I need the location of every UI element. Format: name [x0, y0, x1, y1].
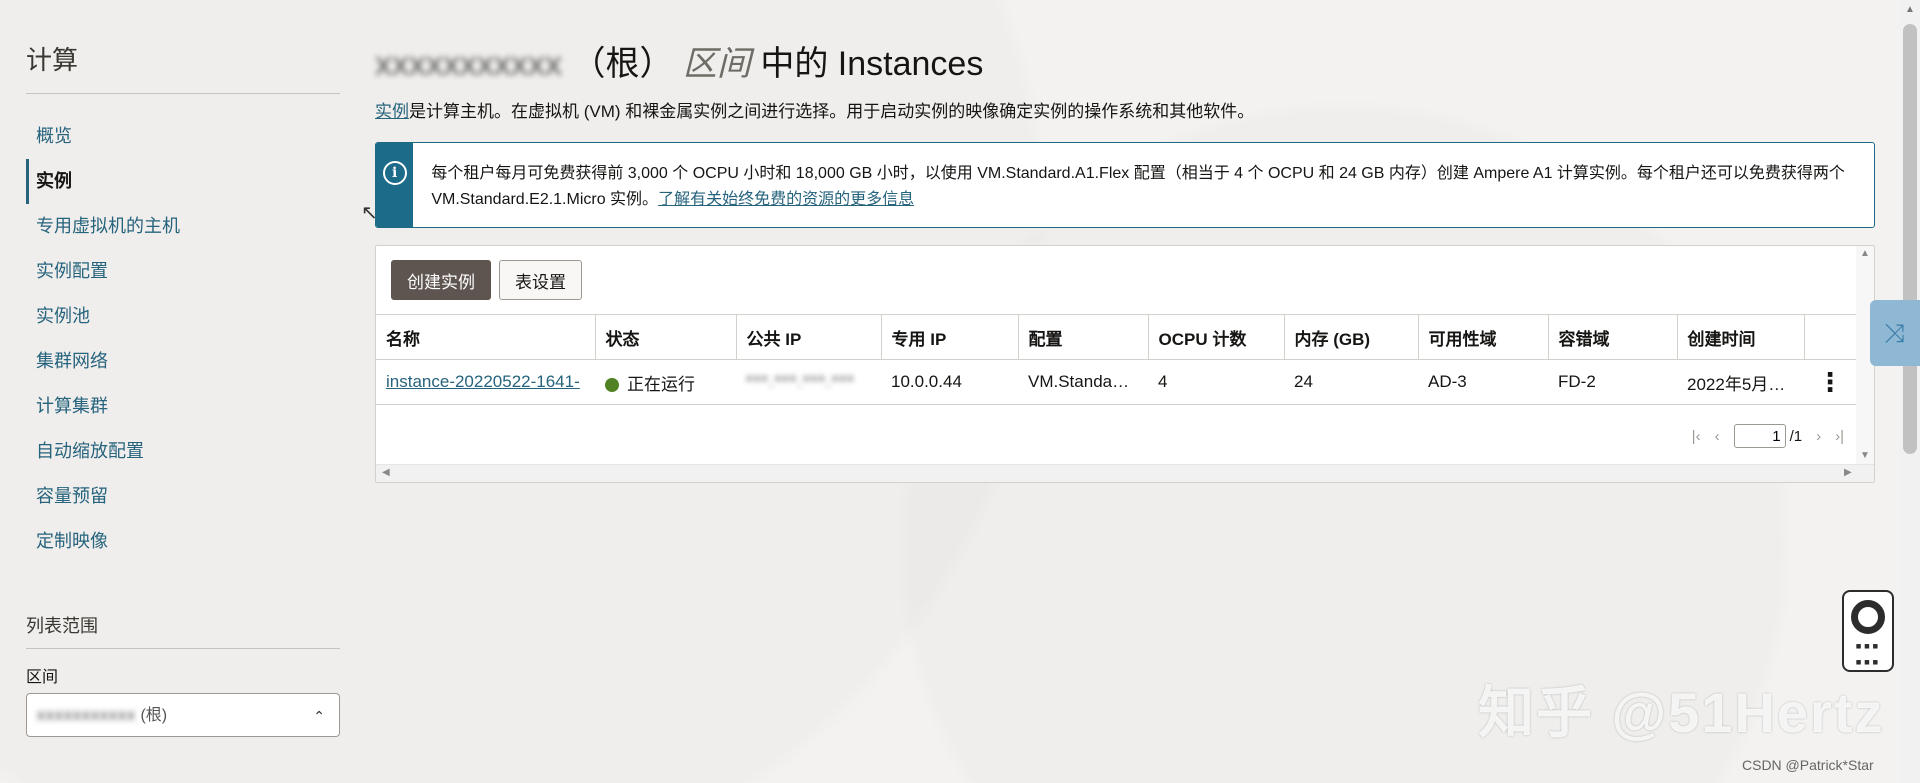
- page-scroll-up-icon[interactable]: ▲: [1905, 4, 1915, 15]
- next-page-icon[interactable]: ›: [1816, 428, 1821, 445]
- first-page-icon[interactable]: |‹: [1692, 428, 1701, 445]
- column-header-name[interactable]: 名称: [376, 314, 596, 360]
- info-icon: i: [382, 161, 407, 185]
- scroll-right-icon[interactable]: ▶: [1844, 467, 1852, 478]
- title-prefix: （根）: [571, 45, 674, 83]
- column-header-status[interactable]: 状态: [595, 314, 737, 360]
- previous-page-icon[interactable]: ‹: [1715, 428, 1720, 445]
- scroll-left-icon[interactable]: ◀: [382, 467, 390, 478]
- scroll-up-icon[interactable]: ▲: [1860, 248, 1870, 259]
- free-tier-learn-more-link[interactable]: 了解有关始终免费的资源的更多信息: [658, 191, 914, 208]
- column-header-private-ip[interactable]: 专用 IP: [881, 314, 1019, 360]
- feedback-tab[interactable]: ⤨: [1870, 300, 1920, 366]
- sidebar-item-instance-configurations[interactable]: 实例配置: [26, 249, 340, 294]
- credit-text: CSDN @Patrick*Star: [1742, 757, 1874, 773]
- pagination: |‹ ‹ /1 › ›|: [1692, 424, 1844, 448]
- public-ip-cell: ***.***.***.***: [736, 359, 881, 405]
- fault-domain-cell: FD-2: [1548, 359, 1677, 405]
- column-header-actions: [1804, 314, 1857, 360]
- created-cell: 2022年5月…: [1677, 359, 1804, 405]
- column-header-ocpu[interactable]: OCPU 计数: [1148, 314, 1285, 360]
- sidebar-item-instances[interactable]: 实例: [26, 159, 340, 204]
- table-horizontal-scrollbar[interactable]: ◀ ▶: [376, 464, 1874, 482]
- sidebar-item-autoscaling[interactable]: 自动缩放配置: [26, 429, 340, 474]
- instances-table: 名称 状态 公共 IP 专用 IP 配置 OCPU 计数 内存 (GB) 可用性…: [376, 314, 1857, 405]
- page-scrollbar[interactable]: ▲: [1900, 0, 1920, 783]
- status-text: 正在运行: [627, 374, 695, 394]
- list-scope-title: 列表范围: [26, 612, 340, 649]
- help-widget[interactable]: ▪▪▪ ▪▪▪: [1842, 590, 1894, 672]
- banner-message: 每个租户每月可免费获得前 3,000 个 OCPU 小时和 18,000 GB …: [431, 165, 1845, 208]
- column-header-fault-domain[interactable]: 容错域: [1548, 314, 1678, 360]
- sidebar-nav: 概览 实例 专用虚拟机的主机 实例配置 实例池 集群网络 计算集群 自动缩放配置…: [26, 114, 340, 564]
- column-header-created[interactable]: 创建时间: [1677, 314, 1805, 360]
- banner-text: 每个租户每月可免费获得前 3,000 个 OCPU 小时和 18,000 GB …: [413, 143, 1874, 227]
- compartment-label: 区间: [26, 669, 59, 686]
- column-header-memory[interactable]: 内存 (GB): [1284, 314, 1419, 360]
- table-header-row: 名称 状态 公共 IP 专用 IP 配置 OCPU 计数 内存 (GB) 可用性…: [376, 314, 1857, 360]
- watermark: 知乎 @51Hertz: [1478, 681, 1885, 744]
- sidebar-item-dedicated-hosts[interactable]: 专用虚拟机的主机: [26, 204, 340, 249]
- create-instance-button[interactable]: 创建实例: [391, 260, 491, 300]
- sidebar-item-cluster-networks[interactable]: 集群网络: [26, 339, 340, 384]
- compartment-value: (根): [140, 707, 168, 724]
- feedback-icon: ⤨: [1884, 318, 1905, 348]
- table-toolbar: 创建实例 表设置: [376, 246, 1874, 314]
- status-cell: 正在运行: [595, 359, 736, 405]
- free-tier-banner: i 每个租户每月可免费获得前 3,000 个 OCPU 小时和 18,000 G…: [375, 142, 1875, 228]
- lifebuoy-icon: [1851, 600, 1885, 634]
- grid-icon: ▪▪▪ ▪▪▪: [1855, 636, 1881, 672]
- intro-text: 是计算主机。在虚拟机 (VM) 和裸金属实例之间进行选择。用于启动实例的映像确定…: [409, 102, 1255, 121]
- instances-table-panel: 创建实例 表设置 名称 状态 公共 IP 专用 IP 配置 OCPU 计数 内存…: [375, 245, 1875, 483]
- ocpu-cell: 4: [1148, 359, 1284, 405]
- page-number-input[interactable]: [1733, 424, 1786, 448]
- title-qualifier: 区间: [682, 45, 751, 83]
- column-header-public-ip[interactable]: 公共 IP: [736, 314, 882, 360]
- compartment-select[interactable]: xxxxxxxxxxx (根) ⌃: [26, 693, 340, 737]
- private-ip-cell: 10.0.0.44: [881, 359, 1018, 405]
- public-ip-redacted: ***.***.***.***: [746, 372, 855, 391]
- compartment-name-redacted: xxxxxxxxxxx: [37, 707, 136, 724]
- page-scrollbar-thumb[interactable]: [1903, 24, 1917, 454]
- table-settings-button[interactable]: 表设置: [499, 260, 582, 300]
- scroll-down-icon[interactable]: ▼: [1860, 450, 1870, 461]
- mouse-cursor-icon: ↖: [361, 202, 378, 224]
- page-total: /1: [1789, 427, 1803, 445]
- main-content: xxxxxxxxxxx （根） 区间 中的 Instances 实例是计算主机。…: [375, 36, 1875, 483]
- chevron-updown-icon: ⌃: [313, 708, 325, 724]
- row-actions-kebab-icon[interactable]: ⋮: [1804, 359, 1856, 405]
- banner-side: i: [376, 143, 414, 227]
- title-suffix: 中的 Instances: [760, 45, 984, 83]
- sidebar-title: 计算: [26, 40, 340, 94]
- instance-name-cell: instance-20220522-1641-: [376, 359, 595, 405]
- availability-domain-cell: AD-3: [1418, 359, 1548, 405]
- running-status-icon: [605, 377, 619, 392]
- last-page-icon[interactable]: ›|: [1835, 428, 1844, 445]
- column-header-availability-domain[interactable]: 可用性域: [1418, 314, 1549, 360]
- memory-cell: 24: [1284, 359, 1418, 405]
- shape-cell: VM.Standa…: [1018, 359, 1148, 405]
- page-intro: 实例是计算主机。在虚拟机 (VM) 和裸金属实例之间进行选择。用于启动实例的映像…: [375, 97, 1875, 122]
- column-header-shape[interactable]: 配置: [1018, 314, 1149, 360]
- sidebar-item-instance-pools[interactable]: 实例池: [26, 294, 340, 339]
- sidebar-item-custom-images[interactable]: 定制映像: [26, 519, 340, 564]
- sidebar-item-compute-clusters[interactable]: 计算集群: [26, 384, 340, 429]
- compartment-name-redacted: xxxxxxxxxxx: [375, 45, 562, 83]
- sidebar: 计算 概览 实例 专用虚拟机的主机 实例配置 实例池 集群网络 计算集群 自动缩…: [26, 40, 340, 737]
- sidebar-item-overview[interactable]: 概览: [26, 114, 340, 159]
- sidebar-item-capacity-reservations[interactable]: 容量预留: [26, 474, 340, 519]
- table-row: instance-20220522-1641- 正在运行 ***.***.***…: [376, 359, 1856, 405]
- instances-doc-link[interactable]: 实例: [375, 102, 409, 121]
- page-title: xxxxxxxxxxx （根） 区间 中的 Instances: [375, 36, 1875, 85]
- instance-name-link[interactable]: instance-20220522-1641-: [386, 372, 580, 391]
